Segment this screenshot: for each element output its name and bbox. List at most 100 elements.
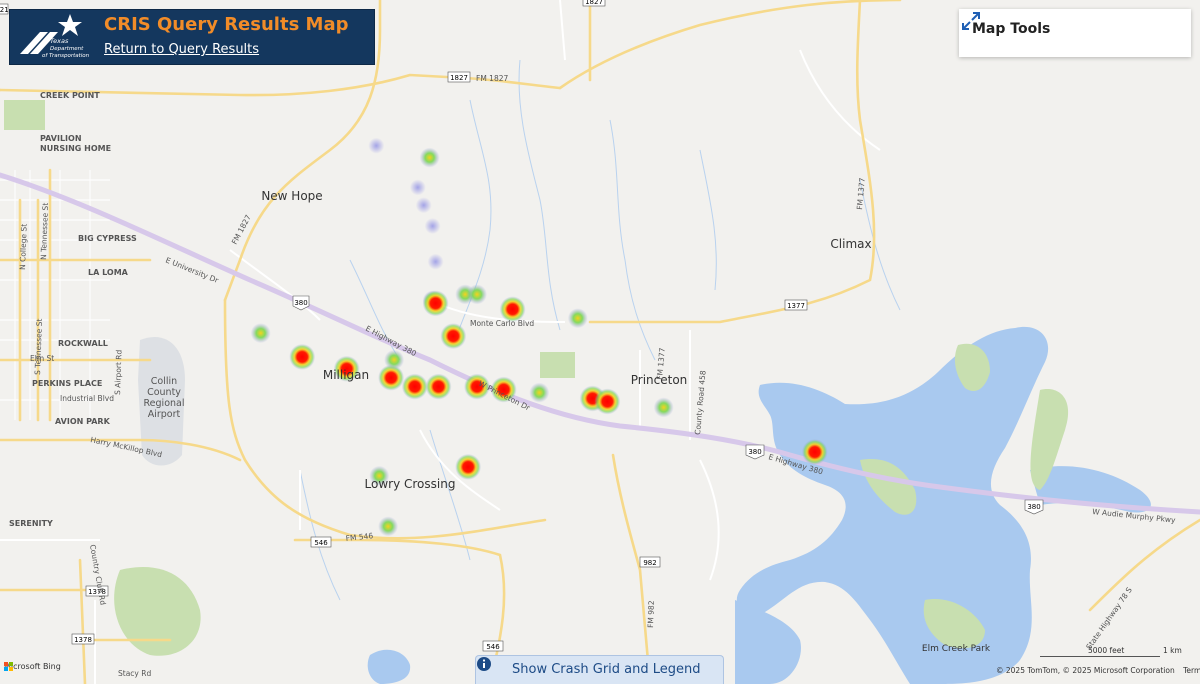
heatmap-hotspot <box>289 343 316 370</box>
heatmap-hotspot <box>427 253 444 270</box>
show-crash-grid-label: Show Crash Grid and Legend <box>512 662 701 677</box>
svg-text:546: 546 <box>314 539 328 547</box>
heatmap-hotspot <box>425 373 452 400</box>
info-icon[interactable] <box>476 656 492 672</box>
label-new-hope: New Hope <box>261 189 322 203</box>
label-e-university-dr: E University Dr <box>164 256 220 286</box>
heatmap-hotspot <box>801 439 828 465</box>
label-creek-point: CREEK POINT <box>40 91 100 100</box>
shield-380-far: 380 <box>1024 499 1044 515</box>
heatmap-hotspot <box>455 453 482 480</box>
label-n-tennessee-st: N Tennessee St <box>39 203 50 261</box>
label-s-tennessee-st: S Tennessee St <box>33 318 44 375</box>
shield-546-b: 546 <box>482 640 504 652</box>
heatmap-hotspot <box>368 137 385 154</box>
map-tools-title: Map Tools <box>972 21 1051 37</box>
copyright-text: © 2025 TomTom, © 2025 Microsoft Corporat… <box>996 666 1175 675</box>
heatmap-hotspot <box>653 397 674 418</box>
lake-arm-south <box>735 600 801 684</box>
label-perkins-place: PERKINS PLACE <box>32 379 102 388</box>
label-rockwall: ROCKWALL <box>58 339 108 348</box>
label-avion-park: AVION PARK <box>55 417 111 426</box>
shield-1377: 1377 <box>784 299 808 311</box>
map-tools-panel: Map Tools <box>959 9 1191 57</box>
label-lowry-crossing: Lowry Crossing <box>365 477 456 491</box>
label-climax: Climax <box>830 237 871 251</box>
copyright: © 2025 TomTom, © 2025 Microsoft Corporat… <box>996 666 1200 675</box>
label-n-college-st: N College St <box>18 224 29 270</box>
return-to-query-results-link[interactable]: Return to Query Results <box>104 42 259 57</box>
svg-text:Texas: Texas <box>50 37 69 45</box>
svg-text:380: 380 <box>1027 503 1040 511</box>
heatmap-hotspot <box>424 218 441 234</box>
heatmap-hotspot <box>384 349 405 370</box>
pond-sw <box>367 649 411 684</box>
label-serenity: SERENITY <box>9 519 53 528</box>
label-county-rd-458: County Road 458 <box>693 370 708 435</box>
heatmap-hotspot <box>467 284 487 305</box>
svg-text:380: 380 <box>748 448 761 456</box>
heatmap-hotspot <box>409 179 426 196</box>
svg-text:1377: 1377 <box>787 302 805 310</box>
label-big-cypress: BIG CYPRESS <box>78 234 137 243</box>
label-s-airport-rd: S Airport Rd <box>113 349 124 395</box>
heatmap-hotspot <box>378 516 399 537</box>
svg-text:of Transportation: of Transportation <box>42 53 90 59</box>
label-state-hwy-78: State Highway 78 S <box>1084 585 1134 651</box>
shield-380-e: 380 <box>745 444 765 460</box>
label-fm-982: FM 982 <box>646 600 656 628</box>
shield-546: 546 <box>310 536 332 548</box>
shield-1378-b: 1378 <box>71 633 95 645</box>
label-pavilion: PAVILION NURSING HOME <box>40 134 111 153</box>
label-stacy-rd: Stacy Rd <box>118 669 151 678</box>
shield-121: 121 <box>0 3 9 15</box>
svg-text:1827: 1827 <box>585 0 603 6</box>
svg-text:Department: Department <box>50 46 84 52</box>
label-fm-1827b: FM 1827 <box>230 213 253 246</box>
app-header: Texas Department of Transportation CRIS … <box>9 9 375 65</box>
svg-text:1378: 1378 <box>74 636 92 644</box>
heatmap-hotspot <box>419 147 440 168</box>
label-la-loma: LA LOMA <box>88 268 129 277</box>
label-elm-st: Elm St <box>30 354 54 363</box>
bing-attribution: Microsoft Bing <box>4 662 61 671</box>
svg-text:982: 982 <box>643 559 656 567</box>
scale-km: 1 km <box>1163 646 1182 655</box>
terms-link[interactable]: Terms <box>1183 666 1200 675</box>
heatmap-hotspot <box>401 373 428 400</box>
label-elm-creek-park: Elm Creek Park <box>922 644 991 654</box>
map-canvas[interactable]: 1827 1827 380 1377 380 380 546 982 546 1… <box>0 0 1200 684</box>
park-princeton <box>540 352 575 378</box>
show-crash-grid-button[interactable]: Show Crash Grid and Legend <box>475 655 724 684</box>
shield-1827: 1827 <box>447 71 471 83</box>
heatmap-hotspot <box>250 323 271 344</box>
heatmap-hotspot <box>594 388 621 415</box>
heatmap-hotspot <box>440 323 467 350</box>
label-monte-carlo-blvd: Monte Carlo Blvd <box>470 319 534 328</box>
label-fm-1827: FM 1827 <box>476 74 508 83</box>
shield-1827-top: 1827 <box>582 0 606 7</box>
park-sw <box>114 566 201 656</box>
map-layer[interactable]: 1827 1827 380 1377 380 380 546 982 546 1… <box>0 0 1200 684</box>
heatmap-hotspot <box>422 290 449 317</box>
area-labels: CREEK POINT PAVILION NURSING HOME BIG CYP… <box>9 91 137 528</box>
heatmap-high <box>250 147 828 537</box>
label-industrial-blvd: Industrial Blvd <box>60 394 114 403</box>
svg-text:380: 380 <box>294 299 307 307</box>
microsoft-logo-icon <box>4 662 13 671</box>
heatmap-hotspot <box>415 197 432 214</box>
park-nw <box>4 100 45 130</box>
heatmap-hotspot <box>567 308 588 329</box>
label-milligan: Milligan <box>323 368 369 382</box>
txdot-logo: Texas Department of Transportation <box>20 14 90 59</box>
svg-text:546: 546 <box>486 643 500 651</box>
scale-feet: 5000 feet <box>1088 646 1125 655</box>
scale-bar <box>1040 656 1160 657</box>
label-country-club-rd: Country Club Rd <box>88 544 108 606</box>
svg-text:121: 121 <box>0 6 9 14</box>
page-title: CRIS Query Results Map <box>104 14 349 35</box>
expand-icon[interactable] <box>959 9 983 33</box>
heatmap-hotspot <box>529 382 550 403</box>
svg-text:1827: 1827 <box>450 74 468 82</box>
shield-982: 982 <box>639 556 661 568</box>
